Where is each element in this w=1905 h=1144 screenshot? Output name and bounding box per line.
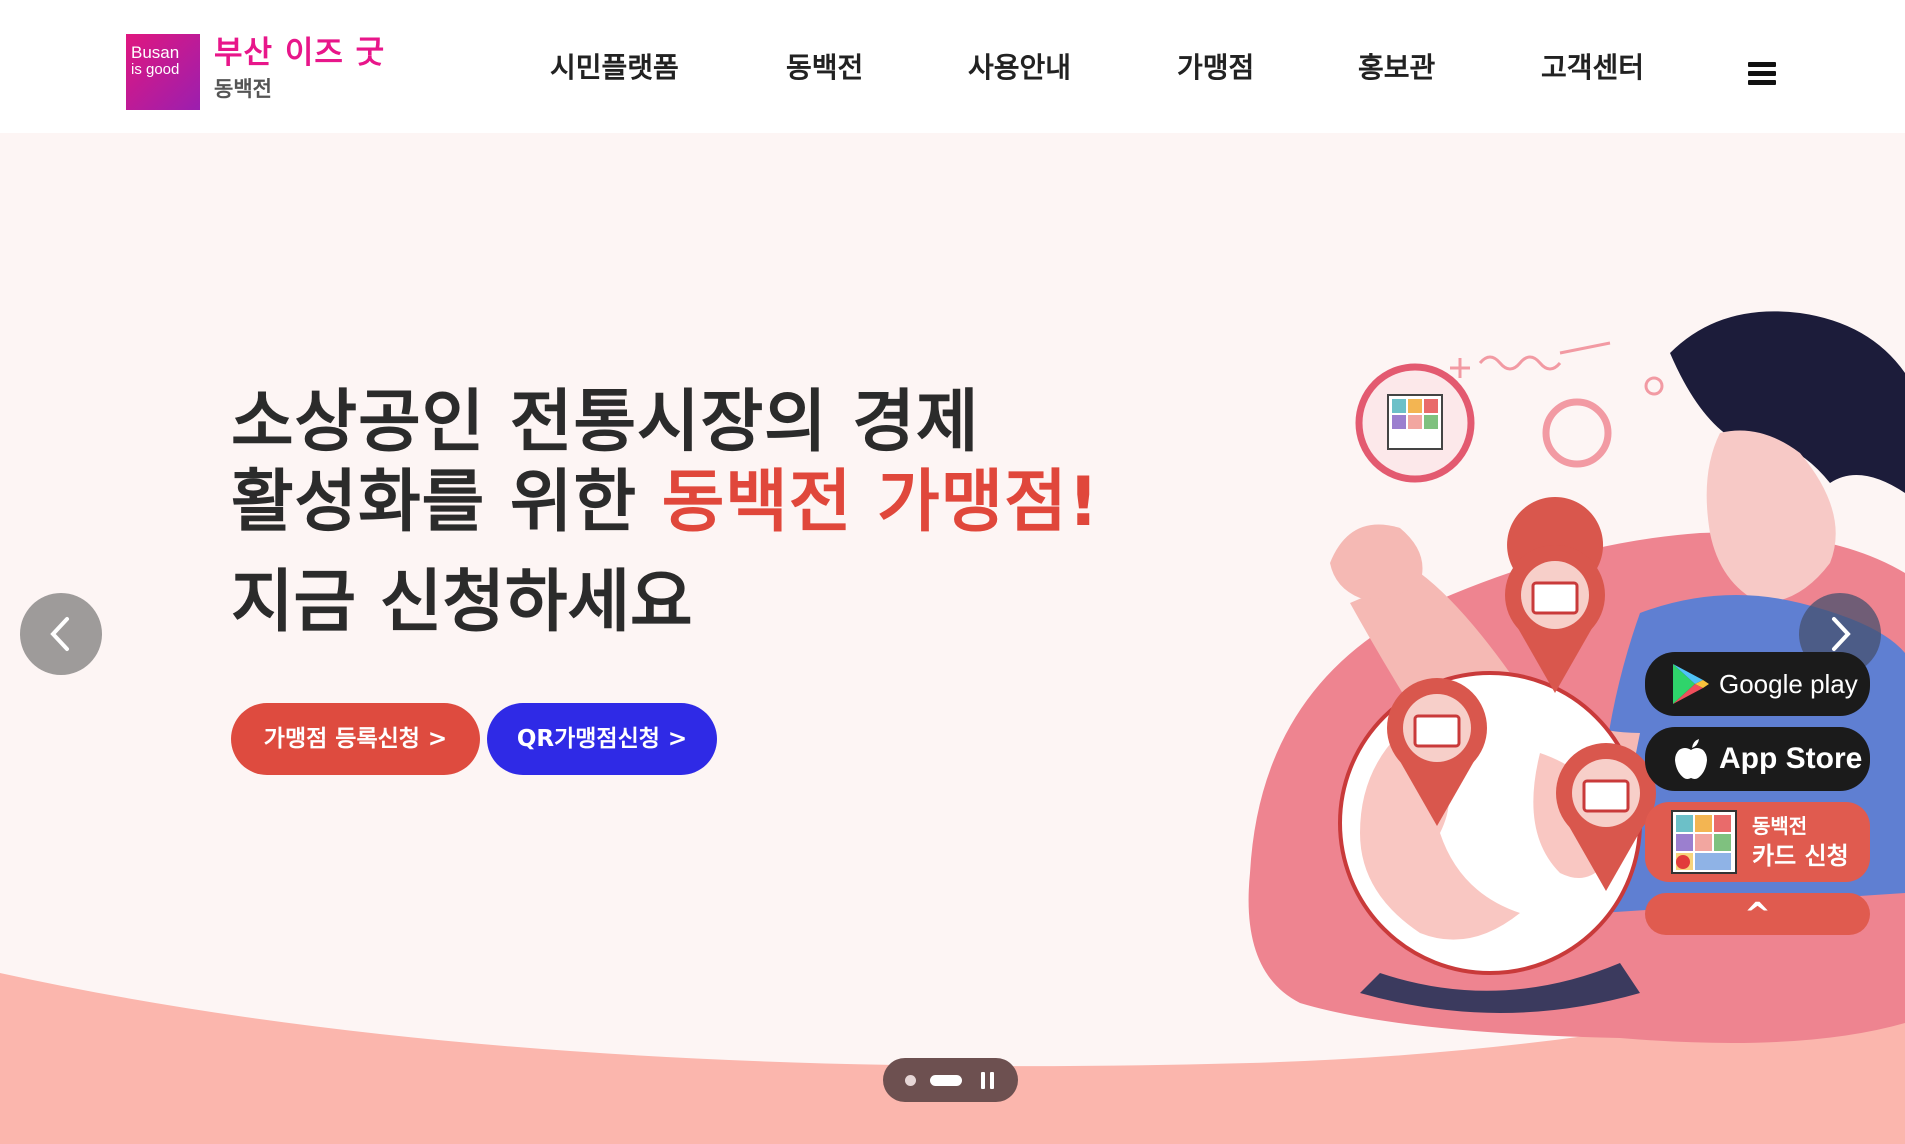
slide-indicator-1[interactable]: [905, 1075, 916, 1086]
google-play-icon: [1673, 664, 1709, 704]
slider-prev-button[interactable]: [20, 593, 102, 675]
slide-indicator-2-active[interactable]: [930, 1075, 962, 1086]
hero-headline: 소상공인 전통시장의 경제 활성화를 위한 동백전 가맹점!: [231, 383, 1100, 542]
chevron-right-icon: [1832, 617, 1851, 651]
chevron-left-icon: [50, 617, 69, 651]
nav-merchants[interactable]: 가맹점: [1177, 46, 1254, 90]
apple-icon: [1675, 739, 1707, 779]
nav-dongbaekjeon[interactable]: 동백전: [786, 46, 863, 90]
nav-customer-center[interactable]: 고객센터: [1541, 46, 1644, 90]
hero-subheadline: 지금 신청하세요: [231, 563, 693, 642]
merchant-register-button[interactable]: 가맹점 등록신청 >: [231, 703, 480, 775]
nav-promotion[interactable]: 홍보관: [1358, 46, 1435, 90]
slider-pagination: [883, 1058, 1018, 1102]
scroll-to-top-button[interactable]: ^: [1645, 893, 1870, 935]
qr-merchant-apply-button[interactable]: QR가맹점신청 >: [487, 703, 717, 775]
busan-is-good-logo: Busan is good: [126, 34, 200, 110]
hamburger-menu-icon[interactable]: [1748, 62, 1776, 86]
nav-citizen-platform[interactable]: 시민플랫폼: [550, 46, 679, 90]
site-header: Busan is good 부산 이즈 굿 동백전 시민플랫폼 동백전 사용안내…: [0, 0, 1905, 133]
caret-up-icon: ^: [1744, 895, 1771, 933]
hero-slider: 소상공인 전통시장의 경제 활성화를 위한 동백전 가맹점! 지금 신청하세요 …: [0, 133, 1905, 1144]
pause-icon[interactable]: [981, 1072, 995, 1089]
site-logo[interactable]: Busan is good 부산 이즈 굿 동백전: [126, 34, 385, 110]
dongbaek-card-apply-button[interactable]: 동백전 카드 신청: [1645, 802, 1870, 882]
logo-subtitle: 동백전: [214, 77, 272, 101]
app-store-button[interactable]: App Store: [1645, 727, 1870, 791]
logo-title: 부산 이즈 굿: [214, 35, 386, 71]
dongbaek-card-icon: [1671, 810, 1737, 874]
google-play-button[interactable]: Google play: [1645, 652, 1870, 716]
nav-usage-guide[interactable]: 사용안내: [968, 46, 1071, 90]
